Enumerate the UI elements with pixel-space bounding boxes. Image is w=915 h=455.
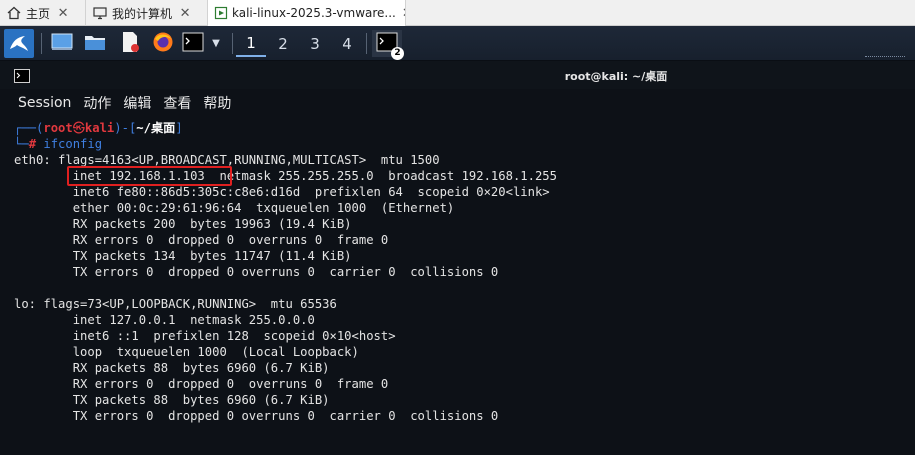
vm-icon bbox=[214, 5, 228, 21]
prompt-line-1: ┌──(root㉿kali)-[~/桌面] bbox=[14, 121, 183, 135]
workspace-3[interactable]: 3 bbox=[300, 30, 330, 57]
kali-dragon-icon bbox=[7, 31, 31, 57]
taskbar-terminal-button[interactable]: 2 bbox=[372, 30, 404, 60]
host-tab-label: 我的计算机 bbox=[112, 6, 173, 21]
system-tray bbox=[865, 56, 905, 58]
prompt-host: kali bbox=[84, 121, 115, 135]
desktop-icon bbox=[51, 33, 73, 55]
host-tab-label: 主页 bbox=[26, 6, 51, 21]
panel-separator bbox=[232, 33, 233, 54]
panel-separator bbox=[41, 33, 42, 54]
workspace-4[interactable]: 4 bbox=[332, 30, 362, 57]
terminal-icon bbox=[182, 32, 204, 56]
workspace-1[interactable]: 1 bbox=[236, 30, 266, 57]
host-tab-bar: 主页 ✕ 我的计算机 ✕ kali-linux-2025.3-vmware...… bbox=[0, 0, 915, 26]
output-line: RX packets 200 bytes 19963 (19.4 KiB) bbox=[14, 217, 352, 231]
kali-menu-button[interactable] bbox=[4, 29, 34, 58]
host-tab-kali-vm[interactable]: kali-linux-2025.3-vmware... ✕ bbox=[208, 0, 406, 26]
output-line: ether 00:0c:29:61:96:64 txqueuelen 1000 … bbox=[14, 201, 455, 215]
prompt-at: ㉿ bbox=[72, 121, 85, 135]
folder-icon bbox=[84, 33, 106, 55]
prompt-command: ifconfig bbox=[43, 137, 103, 151]
output-line: RX packets 88 bytes 6960 (6.7 KiB) bbox=[14, 361, 330, 375]
output-line: TX errors 0 dropped 0 overruns 0 carrier… bbox=[14, 265, 499, 279]
menu-edit[interactable]: 编辑 bbox=[123, 93, 151, 113]
show-desktop-button[interactable] bbox=[49, 30, 75, 57]
output-line: TX packets 88 bytes 6960 (6.7 KiB) bbox=[14, 393, 330, 407]
output-line: inet 127.0.0.1 netmask 255.0.0.0 bbox=[14, 313, 315, 327]
text-editor-button[interactable] bbox=[117, 30, 143, 57]
close-icon[interactable]: ✕ bbox=[178, 6, 192, 21]
output-line: RX errors 0 dropped 0 overruns 0 frame 0 bbox=[14, 233, 389, 247]
terminal-menubar: Session 动作 编辑 查看 帮助 bbox=[0, 89, 915, 117]
menu-actions[interactable]: 动作 bbox=[83, 93, 111, 113]
output-line: inet6 ::1 prefixlen 128 scopeid 0×10<hos… bbox=[14, 329, 396, 343]
output-line: RX errors 0 dropped 0 overruns 0 frame 0 bbox=[14, 377, 389, 391]
computer-icon bbox=[92, 5, 108, 21]
output-line: lo: flags=73<UP,LOOPBACK,RUNNING> mtu 65… bbox=[14, 297, 337, 311]
text-editor-icon bbox=[120, 31, 140, 57]
window-title: root@kali: ~/桌面 bbox=[564, 70, 668, 83]
close-icon[interactable]: ✕ bbox=[56, 6, 70, 21]
panel-separator bbox=[366, 33, 367, 54]
output-line: inet6 fe80::86d5:305c:c8e6:d16d prefixle… bbox=[14, 185, 550, 199]
kali-top-panel: ▼ 1 2 3 4 2 bbox=[0, 26, 915, 61]
host-tab-my-computer[interactable]: 我的计算机 ✕ bbox=[86, 0, 208, 26]
terminal-launcher-button[interactable] bbox=[181, 30, 205, 57]
output-line: TX packets 134 bytes 11747 (11.4 KiB) bbox=[14, 249, 352, 263]
chevron-down-icon[interactable]: ▼ bbox=[207, 30, 225, 57]
firefox-icon bbox=[152, 31, 174, 57]
home-icon bbox=[6, 5, 22, 21]
file-manager-button[interactable] bbox=[82, 30, 108, 57]
menu-view[interactable]: 查看 bbox=[163, 93, 191, 113]
window-count-badge: 2 bbox=[391, 46, 404, 60]
ip-highlight-box bbox=[67, 166, 232, 186]
output-line: TX errors 0 dropped 0 overruns 0 carrier… bbox=[14, 409, 499, 423]
prompt-line-2: └─# ifconfig bbox=[14, 137, 103, 151]
close-icon[interactable]: ✕ bbox=[402, 6, 405, 21]
menu-help[interactable]: 帮助 bbox=[203, 93, 231, 113]
menu-session[interactable]: Session bbox=[18, 95, 71, 111]
terminal-icon: 2 bbox=[376, 32, 404, 60]
prompt-path: ~/桌面 bbox=[136, 121, 176, 135]
firefox-button[interactable] bbox=[150, 30, 176, 57]
output-line: loop txqueuelen 1000 (Local Loopback) bbox=[14, 345, 359, 359]
workspace-2[interactable]: 2 bbox=[268, 30, 298, 57]
prompt-user: root bbox=[43, 121, 73, 135]
host-tab-label: kali-linux-2025.3-vmware... bbox=[232, 6, 396, 20]
host-tab-home[interactable]: 主页 ✕ bbox=[0, 0, 86, 26]
